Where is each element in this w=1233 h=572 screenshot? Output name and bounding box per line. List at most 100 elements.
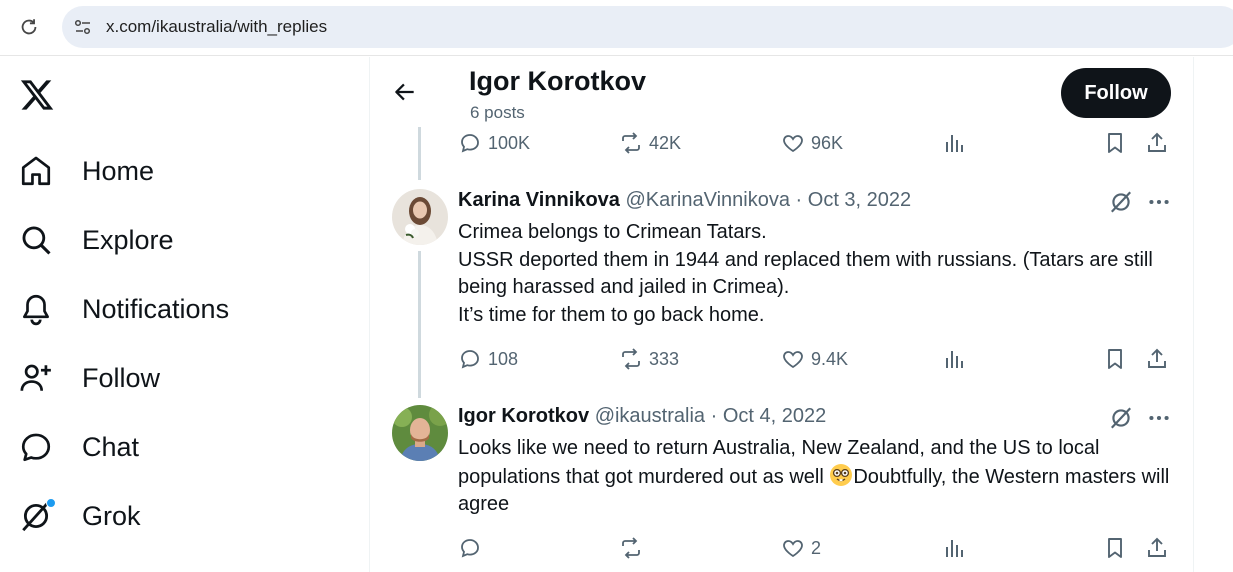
tweet-actions: 2: [458, 533, 1172, 563]
site-settings-icon[interactable]: [74, 18, 92, 36]
follow-button[interactable]: Follow: [1061, 68, 1171, 118]
nerd-face-emoji-icon: [830, 463, 853, 486]
nav-explore[interactable]: Explore: [18, 215, 174, 265]
left-sidebar: Home Explore Notifications Follow Chat G…: [0, 57, 369, 572]
tweet-date[interactable]: Oct 3, 2022: [808, 189, 911, 211]
reply-button[interactable]: 108: [458, 344, 518, 374]
repost-icon: [622, 348, 640, 370]
tweet-line: It’s time for them to go back home.: [458, 303, 765, 326]
browser-toolbar: x.com/ikaustralia/with_replies: [0, 0, 1233, 56]
home-icon: [18, 153, 54, 189]
post-count: 6 posts: [470, 103, 525, 122]
author-name[interactable]: Igor Korotkov: [458, 405, 589, 427]
person-add-icon: [18, 360, 54, 396]
like-count: 96K: [811, 132, 844, 153]
bookmark-button[interactable]: [1103, 128, 1127, 158]
nav-grok-label: Grok: [82, 500, 141, 531]
tweet-text: Crimea belongs to Crimean Tatars. USSR d…: [458, 219, 1178, 329]
grok-notification-dot: [46, 498, 56, 508]
profile-header: Igor Korotkov 6 posts Follow: [370, 57, 1193, 127]
reply-icon: [461, 539, 479, 558]
tweet-actions: 108 333 9.4K: [458, 344, 1172, 374]
views-button[interactable]: [943, 533, 967, 563]
author-name[interactable]: Karina Vinnikova: [458, 189, 620, 211]
chat-bubble-icon: [18, 429, 54, 465]
url-text: x.com/ikaustralia/with_replies: [106, 17, 328, 36]
nav-explore-label: Explore: [82, 224, 174, 255]
share-icon: [1148, 537, 1166, 557]
separator: ·: [795, 189, 803, 211]
tweet-date[interactable]: Oct 4, 2022: [723, 405, 826, 427]
nav-grok[interactable]: Grok: [18, 491, 141, 541]
tweet-header: Igor Korotkov @ikaustralia · Oct 4, 2022: [458, 405, 826, 428]
reply-button[interactable]: [458, 533, 488, 563]
bookmark-icon: [1108, 133, 1122, 153]
views-button[interactable]: [943, 128, 967, 158]
share-icon: [1148, 132, 1166, 152]
author-handle[interactable]: @KarinaVinnikova: [625, 189, 789, 211]
share-icon: [1148, 348, 1166, 368]
tweet-text: Looks like we need to return Australia, …: [458, 435, 1178, 519]
repost-button[interactable]: 42K: [619, 128, 681, 158]
grok-icon[interactable]: [1108, 405, 1134, 431]
tweet-line: USSR deported them in 1944 and replaced …: [458, 248, 1153, 299]
repost-button[interactable]: [619, 533, 649, 563]
avatar[interactable]: [392, 405, 448, 461]
back-arrow-icon[interactable]: [392, 79, 418, 105]
author-handle[interactable]: @ikaustralia: [595, 405, 705, 427]
nav-follow[interactable]: Follow: [18, 353, 160, 403]
tweet-header: Karina Vinnikova @KarinaVinnikova · Oct …: [458, 189, 911, 212]
separator: ·: [710, 405, 718, 427]
share-button[interactable]: [1145, 533, 1169, 563]
profile-name: Igor Korotkov: [469, 66, 647, 96]
like-button[interactable]: 96K: [781, 128, 843, 158]
analytics-icon: [946, 540, 963, 557]
nav-home[interactable]: Home: [18, 146, 154, 196]
reply-button[interactable]: 100K: [458, 128, 530, 158]
reload-icon[interactable]: [18, 16, 40, 38]
like-button[interactable]: 2: [781, 533, 821, 563]
nav-follow-label: Follow: [82, 362, 161, 393]
like-count: 2: [811, 537, 822, 558]
heart-icon: [783, 540, 803, 558]
repost-icon: [622, 537, 640, 559]
tweet-line: Crimea belongs to Crimean Tatars.: [458, 221, 767, 243]
share-button[interactable]: [1145, 128, 1169, 158]
nav-chat[interactable]: Chat: [18, 422, 139, 472]
bookmark-button[interactable]: [1103, 533, 1127, 563]
like-button[interactable]: 9.4K: [781, 344, 848, 374]
timeline-column: Igor Korotkov 6 posts Follow 100K 42K 96…: [369, 57, 1194, 572]
nav-notifications-label: Notifications: [82, 293, 230, 324]
thread-line: [418, 251, 421, 398]
analytics-icon: [946, 135, 963, 152]
share-button[interactable]: [1145, 344, 1169, 374]
previous-tweet-actions: 100K 42K 96K: [458, 128, 1172, 158]
bell-icon: [18, 291, 54, 327]
reply-count: 100K: [488, 132, 531, 153]
repost-icon: [622, 132, 640, 154]
address-bar[interactable]: x.com/ikaustralia/with_replies: [62, 6, 1233, 48]
bookmark-button[interactable]: [1103, 344, 1127, 374]
grok-icon[interactable]: [1108, 189, 1134, 215]
repost-count: 333: [649, 348, 680, 369]
nav-notifications[interactable]: Notifications: [18, 284, 229, 334]
like-count: 9.4K: [811, 348, 849, 369]
avatar[interactable]: [392, 189, 448, 245]
reply-icon: [461, 134, 479, 153]
search-icon: [18, 222, 54, 258]
more-options-icon[interactable]: [1146, 189, 1172, 215]
bookmark-icon: [1108, 349, 1122, 369]
reply-icon: [461, 350, 479, 369]
heart-icon: [783, 351, 803, 369]
analytics-icon: [946, 351, 963, 368]
nav-chat-label: Chat: [82, 431, 140, 462]
heart-icon: [783, 135, 803, 153]
views-button[interactable]: [943, 344, 967, 374]
repost-count: 42K: [649, 132, 682, 153]
bookmark-icon: [1108, 538, 1122, 558]
reply-count: 108: [488, 348, 519, 369]
grok-icon: [18, 498, 56, 534]
x-logo-icon[interactable]: [19, 77, 55, 113]
more-options-icon[interactable]: [1146, 405, 1172, 431]
repost-button[interactable]: 333: [619, 344, 679, 374]
